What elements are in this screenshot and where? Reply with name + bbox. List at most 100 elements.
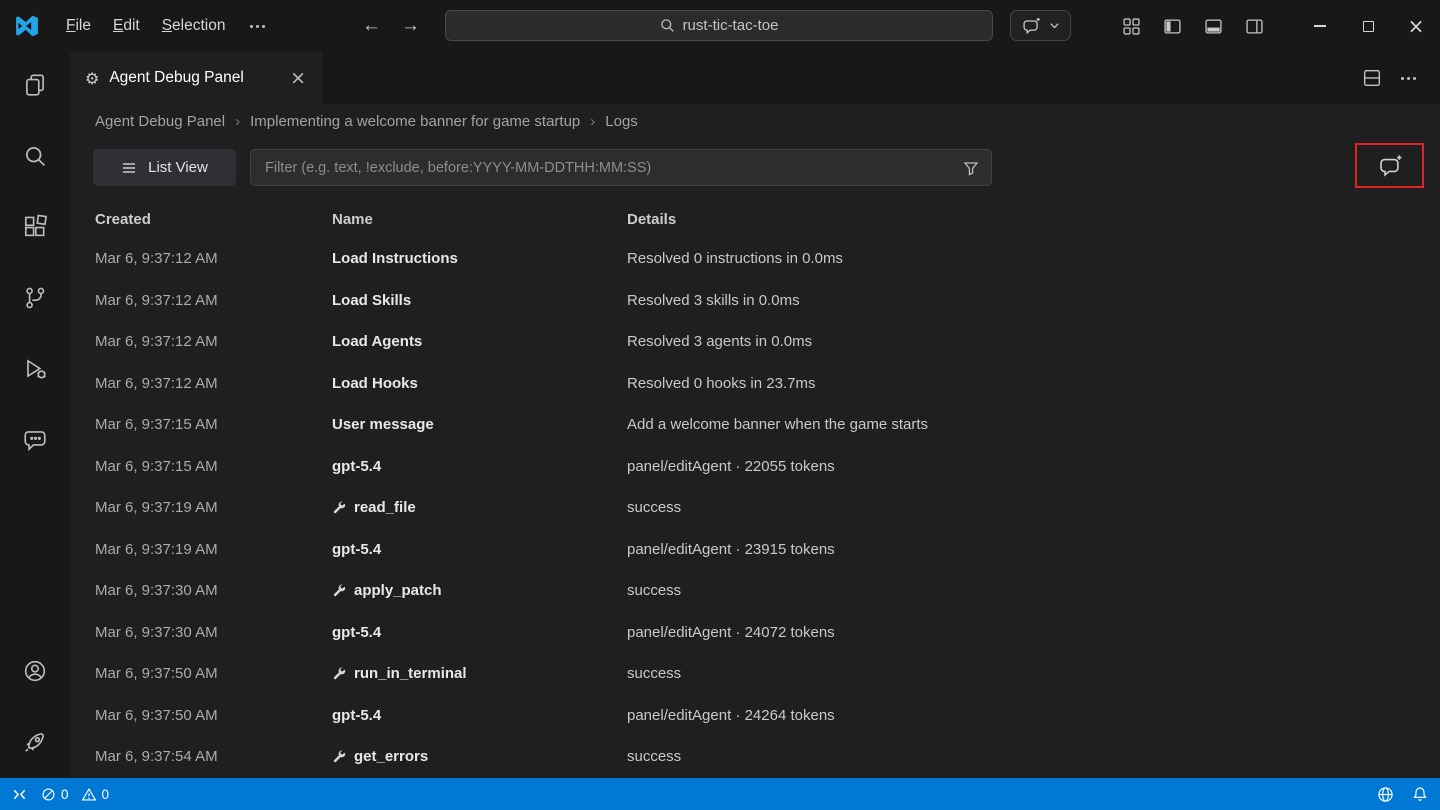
close-window-button[interactable]: × bbox=[1392, 0, 1440, 52]
cell-created: Mar 6, 9:37:12 AM bbox=[95, 333, 218, 351]
cell-created: Mar 6, 9:37:30 AM bbox=[95, 582, 218, 600]
cell-details: success bbox=[627, 665, 682, 683]
table-row[interactable]: Mar 6, 9:37:15 AM gpt-5.4 panel/editAgent … bbox=[95, 446, 1430, 488]
tool-icon bbox=[332, 750, 346, 764]
chat-icon[interactable] bbox=[10, 415, 60, 465]
cell-details: panel/editAgent · 23915 tokens bbox=[627, 540, 835, 558]
cell-name: gpt-5.4 bbox=[332, 457, 382, 475]
tab-agent-debug-panel[interactable]: ⚙ Agent Debug Panel × bbox=[70, 52, 322, 104]
cell-created: Mar 6, 9:37:30 AM bbox=[95, 623, 218, 641]
error-count: 0 bbox=[61, 786, 69, 802]
menu-edit[interactable]: Edit bbox=[102, 12, 151, 40]
breadcrumb-item[interactable]: Agent Debug Panel bbox=[95, 113, 250, 130]
toggle-primary-sidebar-icon[interactable] bbox=[1160, 14, 1184, 38]
list-view-button[interactable]: List View bbox=[93, 149, 236, 186]
log-toolbar: List View bbox=[70, 143, 1440, 194]
table-row[interactable]: Mar 6, 9:37:15 AM User message Add a welco… bbox=[95, 404, 1430, 446]
minimize-button[interactable] bbox=[1296, 0, 1344, 52]
tool-icon bbox=[332, 501, 346, 515]
filter-funnel-icon[interactable] bbox=[963, 160, 979, 176]
filter-box bbox=[250, 149, 992, 186]
list-view-label: List View bbox=[148, 159, 208, 176]
table-row[interactable]: Mar 6, 9:37:30 AM apply_patch success bbox=[95, 570, 1430, 612]
cell-details: success bbox=[627, 582, 682, 600]
table-row[interactable]: Mar 6, 9:37:30 AM gpt-5.4 panel/editAgent … bbox=[95, 612, 1430, 654]
cell-name: Load Skills bbox=[332, 291, 412, 309]
cell-name: read_file bbox=[332, 499, 627, 516]
cell-name: Load Agents bbox=[332, 333, 423, 351]
status-bar: 0 0 bbox=[0, 778, 1440, 810]
cell-details: panel/editAgent · 24264 tokens bbox=[627, 706, 835, 724]
activity-bar bbox=[0, 52, 70, 778]
forward-arrow-icon[interactable]: → bbox=[401, 15, 420, 37]
command-center-search[interactable]: rust-tic-tac-toe bbox=[445, 10, 993, 41]
list-icon bbox=[121, 160, 137, 176]
cell-details: Resolved 3 agents in 0.0ms bbox=[627, 333, 813, 351]
menu-file[interactable]: File bbox=[55, 12, 102, 40]
table-row[interactable]: Mar 6, 9:37:19 AM gpt-5.4 panel/editAgent … bbox=[95, 529, 1430, 571]
maximize-button[interactable] bbox=[1344, 0, 1392, 52]
explorer-icon[interactable] bbox=[10, 60, 60, 110]
close-tab-icon[interactable]: × bbox=[290, 68, 306, 88]
tab-bar: ⚙ Agent Debug Panel × bbox=[70, 52, 1440, 104]
cell-created: Mar 6, 9:37:54 AM bbox=[95, 748, 218, 766]
cell-name: gpt-5.4 bbox=[332, 623, 382, 641]
table-row[interactable]: Mar 6, 9:37:12 AM Load Instructions Resolv… bbox=[95, 238, 1430, 280]
cell-details: Resolved 0 instructions in 0.0ms bbox=[627, 250, 843, 268]
table-row[interactable]: Mar 6, 9:37:19 AM read_file success bbox=[95, 487, 1430, 529]
menu-more-icon[interactable] bbox=[236, 16, 279, 36]
problems-indicator[interactable]: 0 0 bbox=[41, 787, 109, 802]
cell-name: run_in_terminal bbox=[332, 665, 627, 682]
menu-selection[interactable]: Selection bbox=[151, 12, 237, 40]
open-chat-button[interactable] bbox=[1370, 149, 1410, 183]
breadcrumb-item[interactable]: Logs bbox=[605, 113, 638, 130]
extensions-icon[interactable] bbox=[10, 202, 60, 252]
accounts-icon[interactable] bbox=[10, 646, 60, 696]
cell-created: Mar 6, 9:37:12 AM bbox=[95, 291, 218, 309]
tab-title: Agent Debug Panel bbox=[109, 69, 244, 86]
log-table-body: Mar 6, 9:37:12 AM Load Instructions Resolv… bbox=[95, 238, 1430, 778]
cell-name: get_errors bbox=[332, 748, 627, 765]
copilot-menu-button[interactable] bbox=[1010, 10, 1071, 41]
chevron-down-icon bbox=[1049, 20, 1060, 31]
remote-indicator[interactable] bbox=[12, 787, 27, 802]
column-created: Created bbox=[95, 210, 151, 228]
rocket-icon[interactable] bbox=[10, 717, 60, 767]
cell-created: Mar 6, 9:37:12 AM bbox=[95, 374, 218, 392]
search-value: rust-tic-tac-toe bbox=[682, 17, 779, 34]
table-row[interactable]: Mar 6, 9:37:54 AM get_errors success bbox=[95, 736, 1430, 778]
split-editor-icon[interactable] bbox=[1363, 69, 1381, 87]
toggle-panel-icon[interactable] bbox=[1201, 14, 1225, 38]
cell-created: Mar 6, 9:37:50 AM bbox=[95, 665, 218, 683]
notifications-bell-icon[interactable] bbox=[1412, 786, 1428, 802]
search-sidebar-icon[interactable] bbox=[10, 131, 60, 181]
run-debug-icon[interactable] bbox=[10, 344, 60, 394]
filter-input[interactable] bbox=[263, 158, 963, 177]
back-arrow-icon[interactable]: ← bbox=[362, 15, 381, 37]
cell-name: apply_patch bbox=[332, 582, 627, 599]
cell-created: Mar 6, 9:37:15 AM bbox=[95, 416, 218, 434]
table-row[interactable]: Mar 6, 9:37:12 AM Load Agents Resolved 3 a… bbox=[95, 321, 1430, 363]
copilot-status-icon[interactable] bbox=[1377, 786, 1394, 803]
table-row[interactable]: Mar 6, 9:37:50 AM run_in_terminal success bbox=[95, 653, 1430, 695]
table-row[interactable]: Mar 6, 9:37:50 AM gpt-5.4 panel/editAgent … bbox=[95, 695, 1430, 737]
cell-details: panel/editAgent · 22055 tokens bbox=[627, 457, 835, 475]
log-table-header: Created Name Details bbox=[95, 200, 1430, 238]
cell-created: Mar 6, 9:37:12 AM bbox=[95, 250, 218, 268]
table-row[interactable]: Mar 6, 9:37:12 AM Load Skills Resolved 3 s… bbox=[95, 280, 1430, 322]
cell-created: Mar 6, 9:37:19 AM bbox=[95, 499, 218, 517]
toggle-secondary-sidebar-icon[interactable] bbox=[1242, 14, 1266, 38]
editor-more-actions-icon[interactable] bbox=[1401, 76, 1416, 80]
annotation-highlight bbox=[1355, 143, 1424, 188]
cell-details: Resolved 0 hooks in 23.7ms bbox=[627, 374, 816, 392]
warning-icon bbox=[81, 787, 97, 802]
breadcrumb-item[interactable]: Implementing a welcome banner for game s… bbox=[250, 113, 605, 130]
source-control-icon[interactable] bbox=[10, 273, 60, 323]
cell-details: panel/editAgent · 24072 tokens bbox=[627, 623, 835, 641]
cell-details: Resolved 3 skills in 0.0ms bbox=[627, 291, 800, 309]
table-row[interactable]: Mar 6, 9:37:12 AM Load Hooks Resolved 0 ho… bbox=[95, 363, 1430, 405]
customize-layout-icon[interactable] bbox=[1119, 14, 1143, 38]
tool-icon bbox=[332, 667, 346, 681]
title-bar: File Edit Selection ← → rust-tic-tac-toe bbox=[0, 0, 1440, 52]
cell-name: gpt-5.4 bbox=[332, 706, 382, 724]
